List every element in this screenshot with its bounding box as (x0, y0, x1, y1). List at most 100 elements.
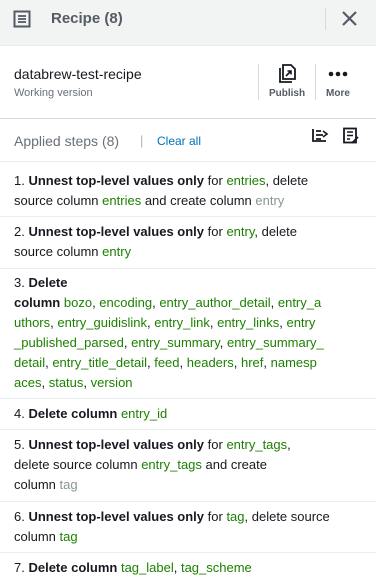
step-details-icon[interactable] (342, 127, 360, 145)
step-line: 5. Unnest top-level values only for entr… (14, 437, 291, 452)
column-name: tag (59, 529, 78, 544)
step-action: Unnest top-level values only (28, 437, 205, 452)
step-text: , delete source (244, 509, 330, 524)
step-line: 2. Unnest top-level values only for entr… (14, 222, 362, 242)
step-line: 4. Delete column entry_id (14, 404, 362, 424)
column-name: tag_scheme (180, 560, 252, 575)
step-line: 3. Delete (14, 273, 362, 293)
step-action: Unnest top-level values only (28, 173, 205, 188)
more-button[interactable]: More (320, 64, 356, 104)
step-number: 7. (14, 560, 25, 575)
step-item[interactable]: 6. Unnest top-level values only for tag,… (0, 501, 376, 552)
step-action: Unnest top-level values only (28, 224, 205, 239)
column-name: headers (186, 355, 234, 370)
step-line: aces, status, version (14, 375, 133, 390)
step-line: _published_parsed, entry_summary, entry_… (14, 335, 324, 350)
column-name: detail (14, 355, 46, 370)
step-text: for (207, 437, 223, 452)
step-text: and create column (144, 193, 252, 208)
step-line: 1. Unnest top-level values only for entr… (14, 171, 362, 191)
column-name: namesp (270, 355, 317, 370)
column-name: entry_link (154, 315, 210, 330)
column-name: aces (14, 375, 42, 390)
step-line: source column entry (14, 242, 362, 262)
step-text: column (14, 529, 56, 544)
column-name: entries (226, 173, 266, 188)
step-number: 1. (14, 173, 25, 188)
column-name: entry_summary_ (226, 335, 324, 350)
clear-all-link[interactable]: Clear all (157, 134, 201, 148)
panel-title: Recipe (8) (51, 10, 123, 27)
step-text: column (14, 477, 56, 492)
step-line: column bozo, encoding, entry_author_deta… (14, 295, 322, 310)
column-name: entry (286, 315, 316, 330)
step-text: source column (14, 193, 99, 208)
step-number: 4. (14, 406, 25, 421)
step-item[interactable]: 2. Unnest top-level values only for entr… (0, 216, 376, 268)
step-line: 7. Delete column tag_label, tag_scheme (14, 560, 252, 575)
step-item[interactable]: 5. Unnest top-level values only for entr… (0, 429, 376, 501)
column-name: entry_tags (226, 437, 288, 452)
publish-icon (279, 64, 296, 83)
step-item[interactable]: 4. Delete column entry_id (0, 398, 376, 429)
step-action: Delete column (28, 560, 118, 575)
step-number: 3. (14, 275, 25, 290)
column-name: encoding (99, 295, 153, 310)
new-column-name: tag (59, 477, 78, 492)
column-name: href (240, 355, 264, 370)
step-line: source column entries and create column … (14, 191, 362, 211)
step-text: and create (205, 457, 267, 472)
column-name: entry_guidislink (57, 315, 147, 330)
step-line: 6. Unnest top-level values only for tag,… (14, 507, 362, 527)
step-number: 5. (14, 437, 25, 452)
column-name: entry_a (277, 295, 322, 310)
column-name: feed (154, 355, 180, 370)
header-separator: | (140, 133, 144, 148)
column-name: entry_author_detail (159, 295, 271, 310)
step-line: uthors, entry_guidislink, entry_link, en… (14, 315, 316, 330)
step-text: source column (14, 244, 99, 259)
recipe-name: databrew-test-recipe (14, 66, 142, 82)
step-line: column tag (14, 527, 362, 547)
step-text: for (207, 224, 223, 239)
column-name: entry_summary (131, 335, 220, 350)
step-text: for (207, 173, 223, 188)
step-text: , delete (254, 224, 298, 239)
column-name: entry_id (120, 406, 168, 421)
applied-steps-header: Applied steps (8) | Clear all (0, 119, 376, 161)
step-item[interactable]: 7. Delete column tag_label, tag_scheme (0, 552, 376, 585)
step-action: column (14, 295, 61, 310)
close-icon[interactable] (341, 10, 358, 27)
publish-button[interactable]: Publish (264, 64, 310, 104)
column-name: entry_tags (141, 457, 202, 472)
header-divider (325, 8, 326, 30)
more-label: More (326, 88, 350, 99)
column-name: bozo (63, 295, 93, 310)
ellipsis-icon (328, 71, 348, 77)
publish-label: Publish (268, 88, 306, 99)
applied-steps-title: Applied steps (8) (14, 133, 120, 149)
step-text: delete source column (14, 457, 138, 472)
column-name: entry_title_detail (52, 355, 147, 370)
toolbar-divider (258, 64, 259, 100)
column-name: status (48, 375, 84, 390)
column-name: entry (226, 224, 255, 239)
step-line: detail, entry_title_detail, feed, header… (14, 355, 317, 370)
step-action: Unnest top-level values only (28, 509, 205, 524)
panel-header: Recipe (8) (0, 0, 376, 46)
step-line: delete source column entry_tags and crea… (14, 455, 362, 475)
column-name: version (90, 375, 133, 390)
step-text: for (207, 509, 223, 524)
column-name: tag (226, 509, 245, 524)
recipe-version: Working version (14, 87, 93, 99)
step-item[interactable]: 3. Delete column bozo, encoding, entry_a… (0, 268, 376, 398)
column-name: entry_links (217, 315, 280, 330)
list-icon[interactable] (13, 10, 31, 28)
new-column-name: entry (255, 193, 285, 208)
collapse-steps-icon[interactable] (311, 127, 329, 145)
column-name: tag_label (120, 560, 174, 575)
column-name: entries (102, 193, 142, 208)
step-item[interactable]: 1. Unnest top-level values only for entr… (0, 161, 376, 216)
toolbar-divider (315, 64, 316, 100)
step-action: Delete (28, 275, 68, 290)
